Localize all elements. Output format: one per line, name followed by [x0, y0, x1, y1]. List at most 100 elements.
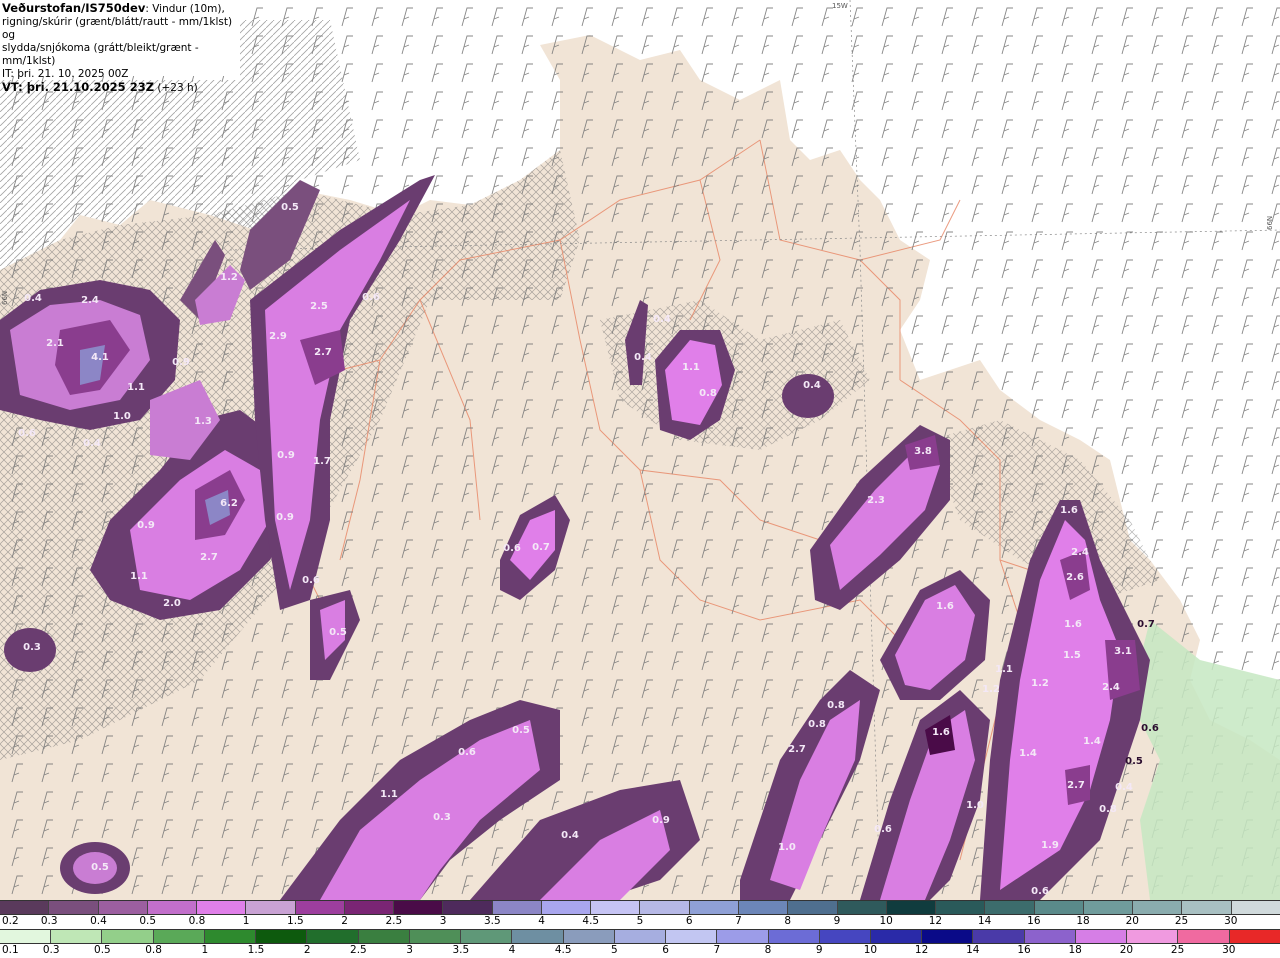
legend-label: 20	[1125, 915, 1139, 927]
legend-swatch	[1133, 901, 1183, 914]
precip-value-label: 0.9	[652, 815, 670, 826]
precip-value-label: 0.4	[1115, 782, 1133, 793]
precip-value-label: 2.7	[788, 744, 806, 755]
precip-value-label: 2.3	[867, 495, 885, 506]
legend-swatch	[1231, 901, 1280, 914]
legend-label: 8	[764, 944, 772, 956]
precip-value-label: 1.9	[1041, 840, 1059, 851]
precip-value-label: 2.7	[1067, 780, 1085, 791]
legend-swatch	[197, 901, 247, 914]
legend-swatch	[1127, 930, 1179, 943]
precip-value-label: 0.4	[24, 293, 42, 304]
legend-label: 12	[914, 944, 929, 956]
legend-swatch	[717, 930, 769, 943]
legend-swatch	[256, 930, 308, 943]
precip-value-label: 0.5	[512, 725, 530, 736]
snow-legend: 0.2 0.3 0.4 0.5 0.8 1 1.5 2 2.5 3 3.5 4 4.5 5 6 7 8 9 10 12…	[0, 900, 1280, 928]
precip-value-label: 4.1	[91, 352, 109, 363]
legend-label: 16	[1027, 915, 1041, 927]
precip-value-label: 0.6	[1141, 723, 1159, 734]
legend-label: 1.5	[247, 944, 265, 956]
precip-value-label: 1.4	[1019, 748, 1037, 759]
precip-value-label: 1.0	[966, 800, 984, 811]
precip-value-label: 1.1	[130, 571, 148, 582]
legend-label: 0.5	[139, 915, 157, 927]
legend-label: 16	[1017, 944, 1031, 956]
legend-label: 0.2	[2, 915, 19, 927]
rain-legend: 0.1 0.3 0.5 0.8 1 1.5 2 2.5 3 3.5 4 4.5 5 6 7 8 9 10 12 14 1…	[0, 929, 1280, 957]
precip-value-label: 0.3	[433, 812, 451, 823]
legend-swatch	[837, 901, 887, 914]
grid-label-66n-east: 66N	[1266, 216, 1274, 230]
precip-value-label: 0.5	[91, 862, 109, 873]
legend-swatch	[512, 930, 564, 943]
precip-value-label: 6.2	[220, 498, 238, 509]
legend-label: 12	[928, 915, 943, 927]
legend-swatch	[870, 930, 923, 943]
precip-value-label: 0.3	[23, 642, 41, 653]
precip-value-label: 2.9	[269, 331, 287, 342]
map-title-box: Veðurstofan/IS750dev: Vindur (10m), rign…	[0, 0, 240, 94]
lead-time: (+23 h)	[157, 82, 198, 94]
precip-value-label: 0.5	[1125, 756, 1143, 767]
legend-label: 0.5	[94, 944, 111, 956]
precip-value-label: 2.5	[310, 301, 328, 312]
legend-swatch	[153, 930, 205, 943]
legend-swatch	[0, 930, 52, 943]
legend-label: 1	[242, 915, 250, 927]
legend-label: 5	[611, 944, 618, 956]
forecast-map[interactable]: 15W 66N 66N 0.5 2.4 0.4 2.1 4.1 1.1 1.0 0.4 0.6 1…	[0, 0, 1280, 900]
precip-value-label: 0.4	[561, 830, 579, 841]
legend-label: 2.5	[350, 944, 367, 956]
legend-swatch	[1075, 930, 1128, 943]
precip-value-label: 1.0	[778, 842, 796, 853]
precip-value-label: 3.1	[1114, 646, 1132, 657]
legend-label: 14	[977, 915, 992, 927]
legend-label: 2.5	[385, 915, 403, 927]
legend-swatch	[788, 901, 838, 914]
legend-label: 9	[815, 944, 823, 956]
precip-value-label: 0.6	[874, 824, 892, 835]
legend-swatch	[1083, 901, 1134, 914]
legend-swatch	[443, 901, 493, 914]
precip-value-label: 1.5	[1063, 650, 1081, 661]
precip-value-label: 0.7	[532, 542, 550, 553]
legend-label: 0.8	[145, 944, 162, 956]
legend-label: 4	[538, 915, 545, 927]
legend-label: 14	[966, 944, 980, 956]
precip-value-label: 0.4	[634, 352, 652, 363]
legend-label: 3	[439, 915, 447, 927]
legend-swatch	[591, 901, 641, 914]
legend-label: 10	[879, 915, 893, 927]
precip-value-label: 1.1	[380, 789, 398, 800]
precip-value-label: 0.6	[503, 543, 521, 554]
legend-label: 0.8	[188, 915, 206, 927]
legend-label: 3.5	[483, 915, 501, 927]
legend-label: 7	[735, 915, 742, 927]
legend-swatch	[973, 930, 1025, 943]
legend-swatch	[344, 901, 395, 914]
precip-value-label: 1.6	[1064, 619, 1082, 630]
legend-label: 30	[1224, 915, 1238, 927]
grid-label-66n-west: 66N	[1, 291, 9, 305]
legend-label: 8	[784, 915, 792, 927]
precip-value-label: 0.9	[172, 357, 190, 368]
precip-value-label: 1.2	[220, 272, 238, 283]
legend-swatch	[886, 901, 937, 914]
legend-swatch	[98, 901, 148, 914]
legend-swatch	[307, 930, 359, 943]
precip-value-label: 0.6	[302, 575, 320, 586]
legend-swatch	[985, 901, 1035, 914]
legend-swatch	[614, 930, 667, 943]
precip-value-label: 0.6	[1031, 886, 1049, 897]
legend-swatch	[1034, 901, 1084, 914]
rain-legend-labels: 0.1 0.3 0.5 0.8 1 1.5 2 2.5 3 3.5 4 4.5 5 6 7 8 9 10 12 14 1…	[0, 944, 1280, 957]
legend-swatch	[768, 930, 820, 943]
legend-label: 5	[636, 915, 644, 927]
precip-value-label: 0.4	[653, 314, 671, 325]
source-label: Veðurstofan/IS750dev	[2, 1, 146, 15]
precip-value-label: 0.9	[276, 512, 294, 523]
precip-value-label: 2.1	[46, 338, 64, 349]
precip-value-label: 1.6	[1060, 505, 1078, 516]
legend-swatch	[640, 901, 690, 914]
